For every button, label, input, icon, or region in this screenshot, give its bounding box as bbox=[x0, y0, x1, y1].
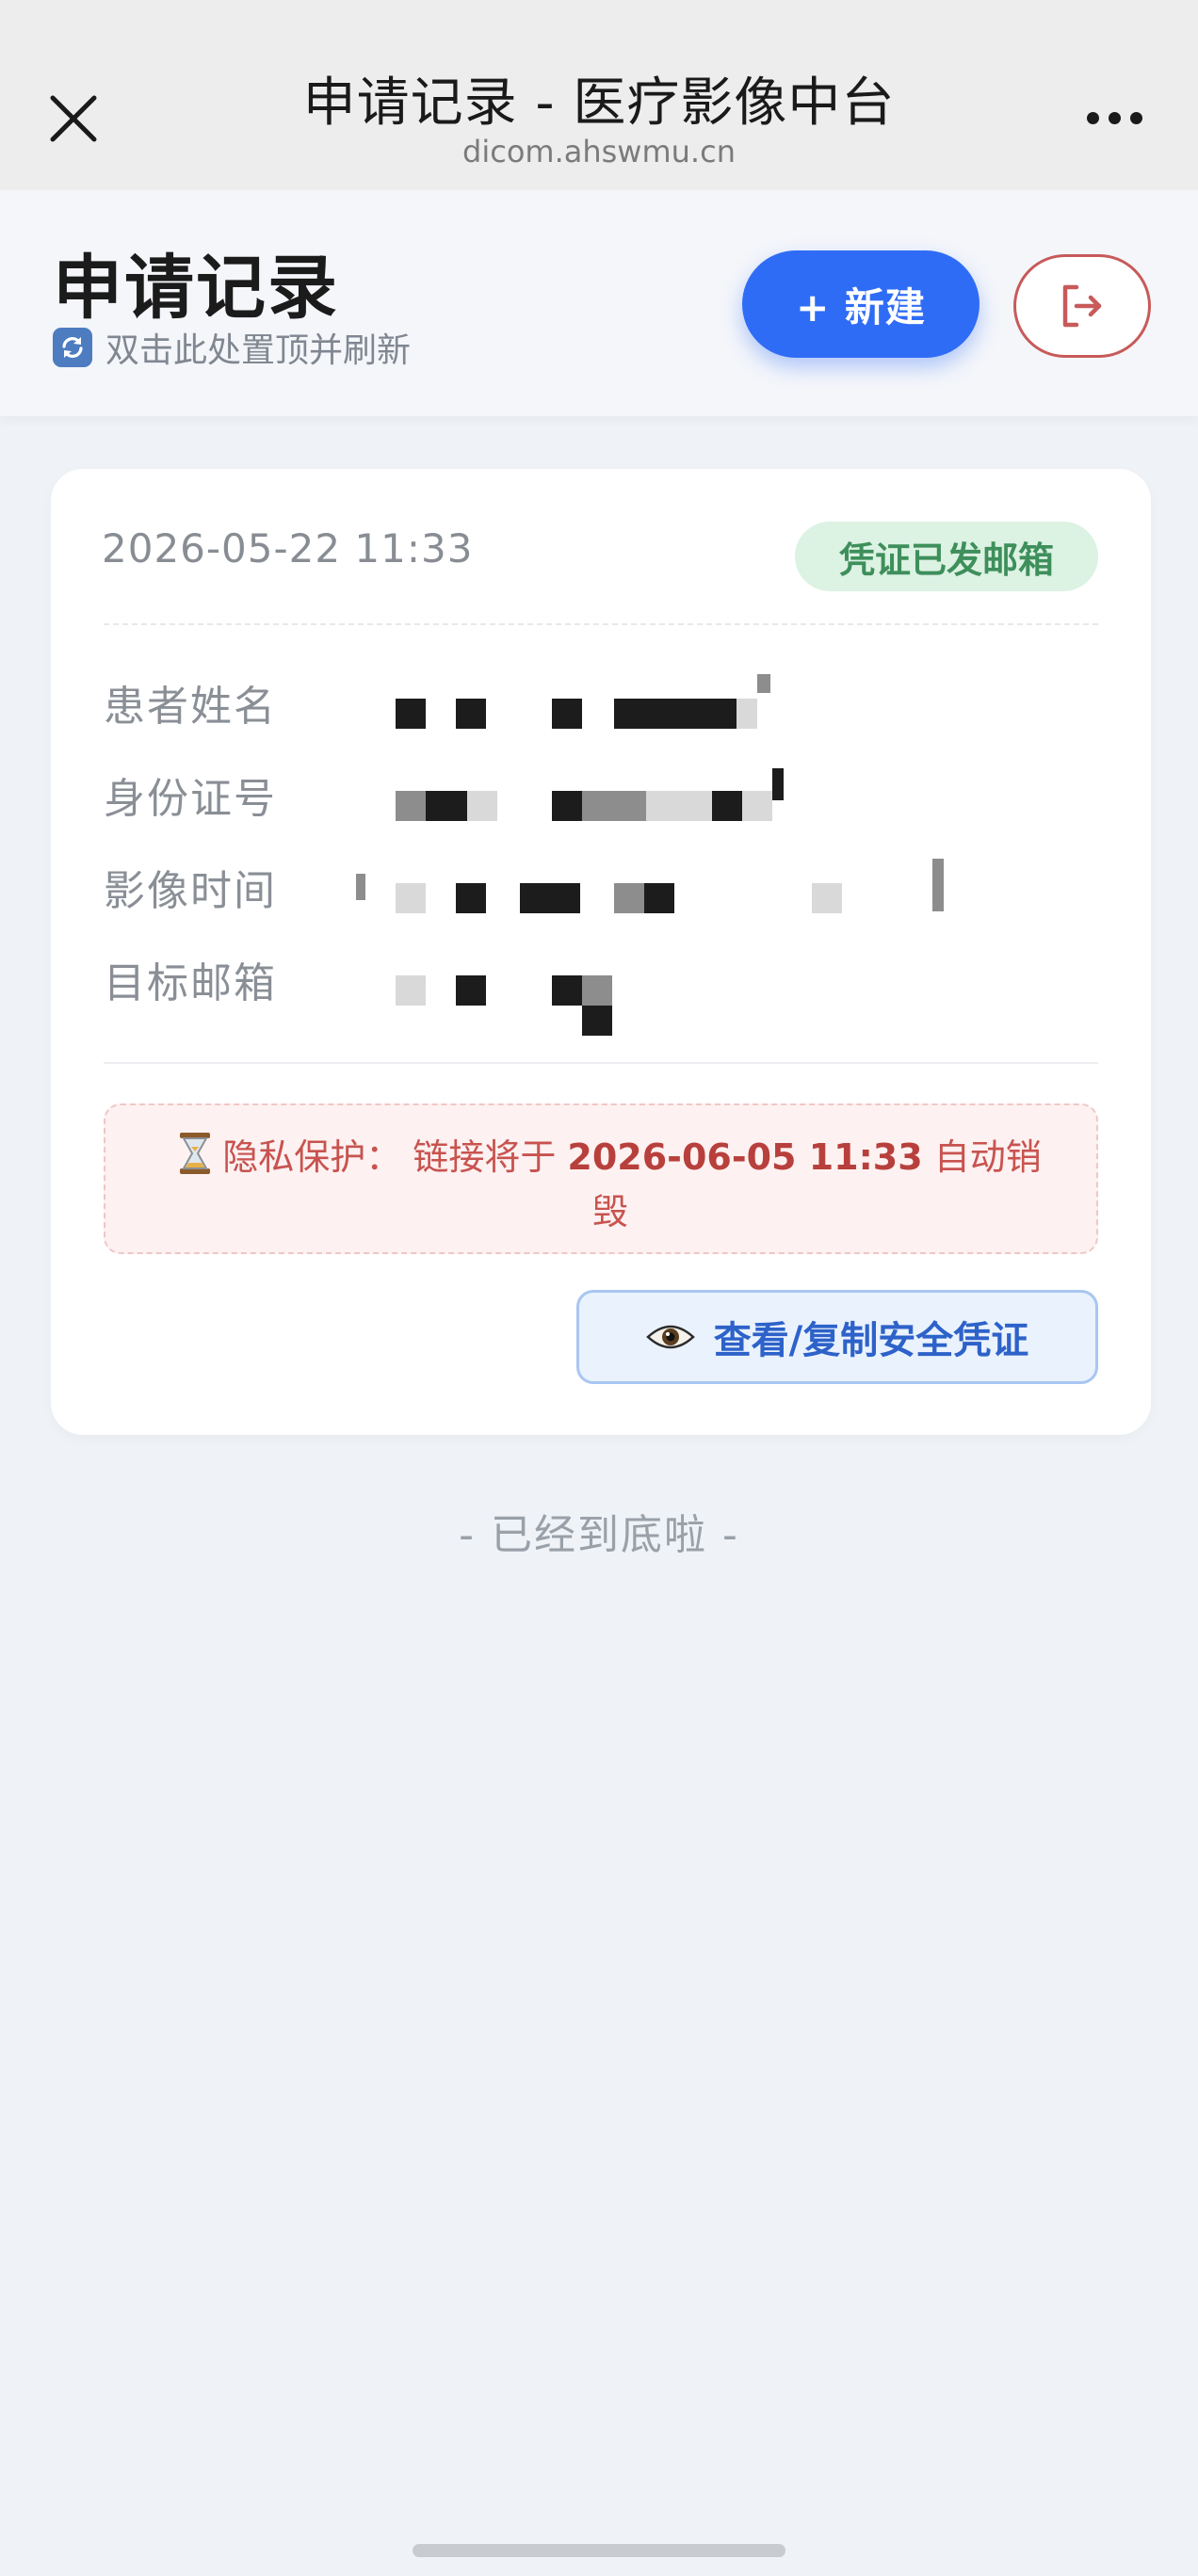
refresh-icon bbox=[53, 328, 92, 367]
end-of-list-text: - 已经到底啦 - bbox=[459, 1511, 739, 1559]
logout-icon bbox=[1062, 284, 1102, 328]
field-image-time: 影像时间 bbox=[104, 857, 1017, 917]
view-credential-label: 查看/复制安全凭证 bbox=[713, 1319, 1029, 1362]
browser-top-bar: 申请记录 - 医疗影像中台 dicom.ahswmu.cn bbox=[0, 0, 1198, 190]
more-icon bbox=[1086, 111, 1099, 124]
divider bbox=[104, 623, 1098, 625]
browser-title: 申请记录 - 医疗影像中台 bbox=[302, 72, 896, 134]
field-id-number: 身份证号 bbox=[104, 765, 1017, 825]
field-target-email: 目标邮箱 bbox=[104, 949, 1017, 1036]
masked-value bbox=[358, 765, 1017, 825]
record-card: 2026-05-22 11:33 凭证已发邮箱 患者姓名 身份证号 影像时间 目… bbox=[51, 469, 1151, 1435]
privacy-notice: 隐私保护： 链接将于 2026-06-05 11:33 自动销毁 bbox=[104, 1103, 1098, 1254]
destroy-date: 2026-06-05 11:33 bbox=[567, 1136, 923, 1178]
field-label: 患者姓名 bbox=[104, 683, 277, 731]
more-button[interactable] bbox=[1072, 94, 1157, 141]
divider bbox=[104, 1062, 1098, 1064]
field-patient-name: 患者姓名 bbox=[104, 672, 1017, 733]
masked-value bbox=[358, 672, 1017, 733]
masked-value bbox=[356, 857, 1017, 917]
logout-button[interactable] bbox=[1013, 254, 1151, 358]
view-credential-button[interactable]: 查看/复制安全凭证 bbox=[576, 1290, 1098, 1384]
field-label: 影像时间 bbox=[104, 867, 277, 915]
eye-icon bbox=[645, 1325, 695, 1349]
field-label: 目标邮箱 bbox=[104, 959, 277, 1007]
refresh-hint-label: 双击此处置顶并刷新 bbox=[105, 331, 412, 370]
page-header: 申请记录 双击此处置顶并刷新 + 新建 bbox=[0, 190, 1198, 416]
browser-domain: dicom.ahswmu.cn bbox=[462, 134, 736, 169]
new-button[interactable]: + 新建 bbox=[742, 250, 979, 358]
refresh-hint[interactable]: 双击此处置顶并刷新 bbox=[53, 324, 411, 371]
field-label: 身份证号 bbox=[104, 775, 277, 823]
record-date: 2026-05-22 11:33 bbox=[102, 525, 474, 572]
home-indicator[interactable] bbox=[413, 2544, 785, 2557]
status-badge: 凭证已发邮箱 bbox=[795, 522, 1098, 591]
masked-value bbox=[358, 949, 1017, 1036]
hourglass-icon bbox=[179, 1132, 211, 1187]
page-title: 申请记录 bbox=[53, 248, 339, 329]
